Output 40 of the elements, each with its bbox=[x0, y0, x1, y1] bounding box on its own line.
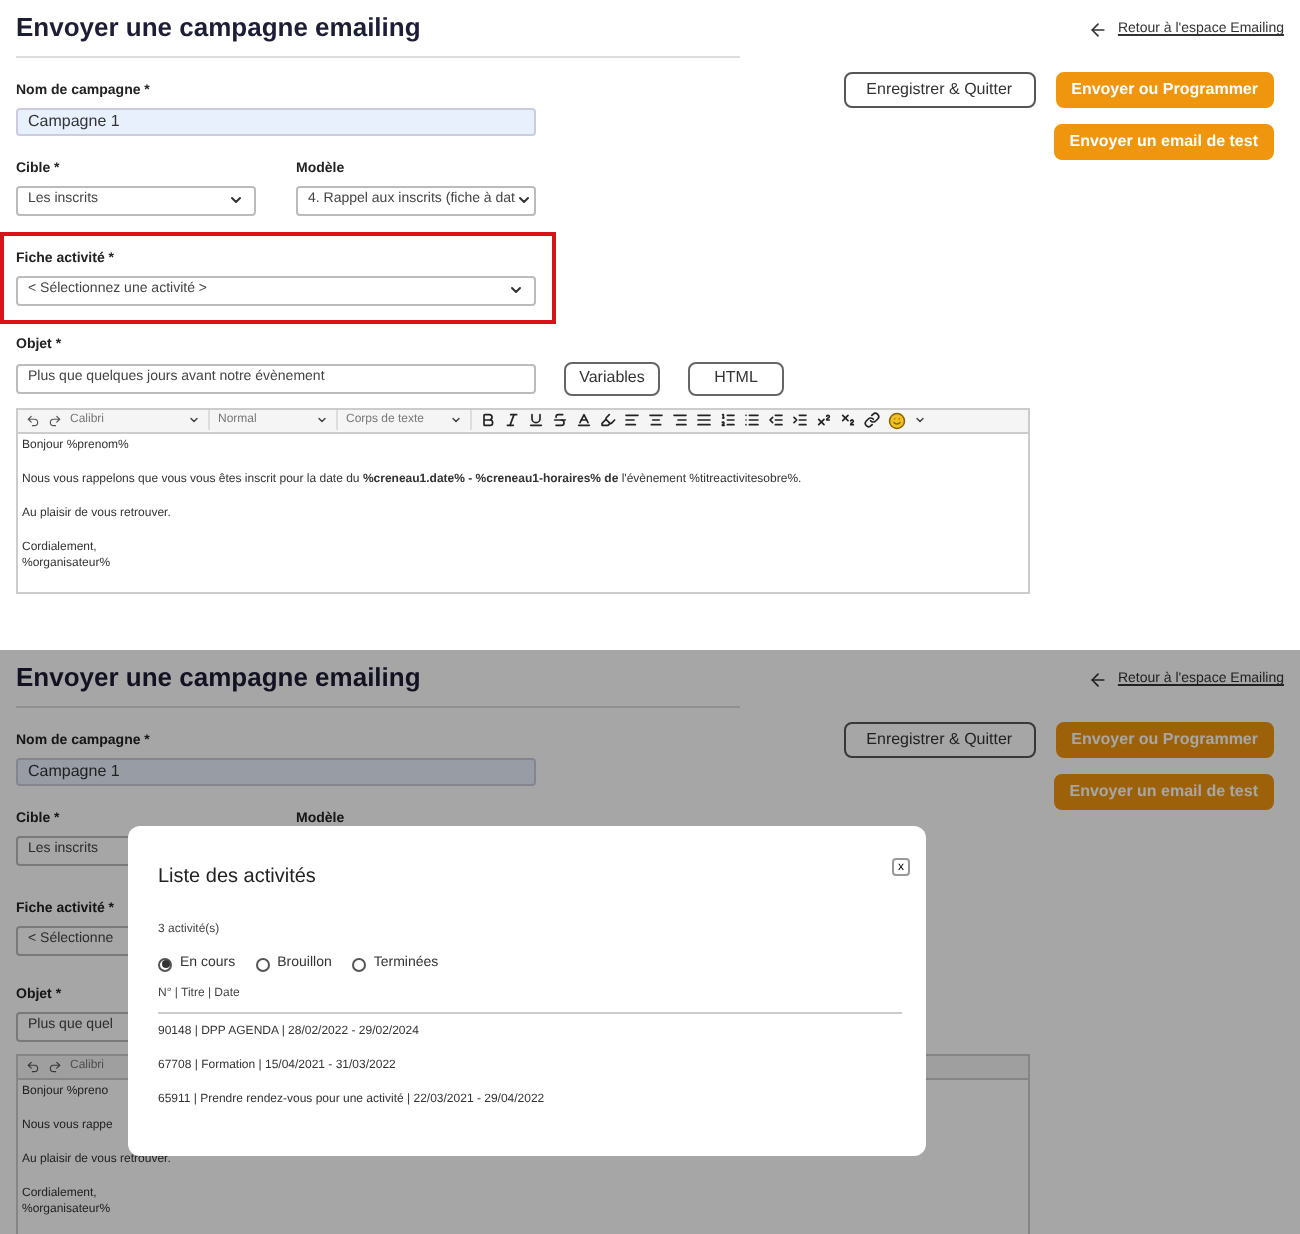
insert-button[interactable]: Variables bbox=[564, 361, 660, 395]
insert-button[interactable]: HTML bbox=[688, 361, 784, 395]
align-left-icon[interactable] bbox=[624, 412, 640, 428]
outdent-icon[interactable] bbox=[768, 412, 784, 428]
redo-icon[interactable] bbox=[48, 413, 62, 427]
superscript-icon[interactable] bbox=[816, 412, 832, 428]
text-color-icon[interactable] bbox=[576, 412, 592, 428]
input-field[interactable]: Campagne 1 bbox=[16, 107, 536, 135]
action-button[interactable]: Enregistrer & Quitter bbox=[843, 721, 1036, 757]
underline-icon[interactable] bbox=[528, 412, 544, 428]
caret-icon bbox=[316, 414, 328, 426]
page-title: Envoyer une campagne emailing bbox=[16, 8, 740, 57]
emoji-icon[interactable] bbox=[888, 411, 906, 429]
bold-icon[interactable] bbox=[480, 412, 496, 428]
italic-icon[interactable] bbox=[504, 412, 520, 428]
caret-icon bbox=[508, 282, 524, 298]
page-title: Envoyer une campagne emailing bbox=[16, 658, 740, 707]
numbered-list-icon[interactable] bbox=[720, 412, 736, 428]
align-center-icon[interactable] bbox=[648, 412, 664, 428]
subscript-icon[interactable] bbox=[840, 412, 856, 428]
align-right-icon[interactable] bbox=[672, 412, 688, 428]
arrow-left-icon bbox=[1087, 670, 1108, 691]
indent-icon[interactable] bbox=[792, 412, 808, 428]
highlighter-icon[interactable] bbox=[600, 412, 616, 428]
undo-icon[interactable] bbox=[26, 1059, 40, 1073]
arrow-left-icon bbox=[1087, 20, 1108, 41]
caret-icon[interactable] bbox=[914, 414, 926, 426]
caret-icon bbox=[515, 192, 531, 208]
dialog-title: Liste des activités bbox=[158, 864, 316, 892]
undo-icon[interactable] bbox=[26, 413, 40, 427]
redo-icon[interactable] bbox=[48, 1059, 62, 1073]
action-button[interactable]: Enregistrer & Quitter bbox=[843, 71, 1036, 107]
caret-icon bbox=[228, 192, 244, 208]
caret-icon bbox=[188, 414, 200, 426]
bullet-list-icon[interactable] bbox=[744, 412, 760, 428]
input-field[interactable]: Campagne 1 bbox=[16, 757, 536, 785]
caret-icon bbox=[450, 414, 462, 426]
link-icon[interactable] bbox=[864, 412, 880, 428]
strikethrough-icon[interactable] bbox=[552, 412, 568, 428]
justify-icon[interactable] bbox=[696, 412, 712, 428]
